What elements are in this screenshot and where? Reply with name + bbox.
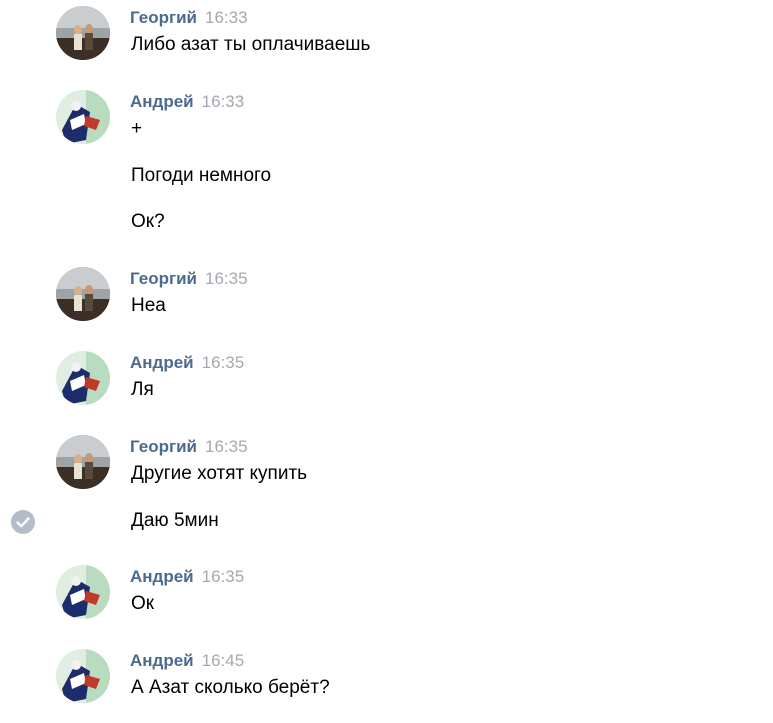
avatar[interactable] bbox=[56, 565, 110, 619]
author-name[interactable]: Георгий bbox=[130, 8, 197, 27]
author-name[interactable]: Андрей bbox=[130, 353, 194, 372]
user-photo-icon bbox=[56, 565, 110, 619]
message-header: Георгий 16:35 bbox=[130, 435, 248, 459]
message-time[interactable]: 16:35 bbox=[205, 269, 248, 288]
message-time[interactable]: 16:33 bbox=[202, 92, 245, 111]
user-photo-icon bbox=[56, 649, 110, 703]
message-text: Даю 5мин bbox=[131, 510, 219, 531]
message-header: Андрей 16:33 bbox=[130, 90, 244, 114]
message-text: Либо азат ты оплачиваешь bbox=[131, 34, 371, 55]
message-header: Андрей 16:35 bbox=[130, 351, 244, 375]
message-time[interactable]: 16:35 bbox=[202, 353, 245, 372]
avatar[interactable] bbox=[56, 435, 110, 489]
user-photo-icon bbox=[56, 6, 110, 60]
author-name[interactable]: Андрей bbox=[130, 651, 194, 670]
message-time[interactable]: 16:35 bbox=[205, 437, 248, 456]
user-photo-icon bbox=[56, 435, 110, 489]
author-name[interactable]: Георгий bbox=[130, 437, 197, 456]
message-text: Другие хотят купить bbox=[131, 463, 308, 484]
avatar[interactable] bbox=[56, 6, 110, 60]
avatar[interactable] bbox=[56, 267, 110, 321]
message-time[interactable]: 16:45 bbox=[202, 651, 245, 670]
message-text: А Азат сколько берёт? bbox=[131, 677, 330, 698]
message-text: Ля bbox=[131, 379, 154, 400]
user-photo-icon bbox=[56, 351, 110, 405]
message-text: + bbox=[131, 118, 143, 139]
message-header: Андрей 16:35 bbox=[130, 565, 244, 589]
author-name[interactable]: Георгий bbox=[130, 269, 197, 288]
message-text: Погоди немного bbox=[131, 165, 272, 186]
avatar[interactable] bbox=[56, 90, 110, 144]
check-circle-icon[interactable] bbox=[10, 509, 36, 535]
user-photo-icon bbox=[56, 90, 110, 144]
message-header: Андрей 16:45 bbox=[130, 649, 244, 673]
avatar[interactable] bbox=[56, 351, 110, 405]
message-text: Ок? bbox=[131, 211, 165, 232]
user-photo-icon bbox=[56, 267, 110, 321]
message-time[interactable]: 16:35 bbox=[202, 567, 245, 586]
author-name[interactable]: Андрей bbox=[130, 92, 194, 111]
avatar[interactable] bbox=[56, 649, 110, 703]
message-time[interactable]: 16:33 bbox=[205, 8, 248, 27]
author-name[interactable]: Андрей bbox=[130, 567, 194, 586]
message-text: Неа bbox=[131, 295, 166, 316]
message-text: Ок bbox=[131, 593, 155, 614]
message-header: Георгий 16:33 bbox=[130, 6, 248, 30]
chat-history: Георгий 16:33 Либо азат ты оплачиваешь Ан… bbox=[0, 0, 773, 723]
message-header: Георгий 16:35 bbox=[130, 267, 248, 291]
